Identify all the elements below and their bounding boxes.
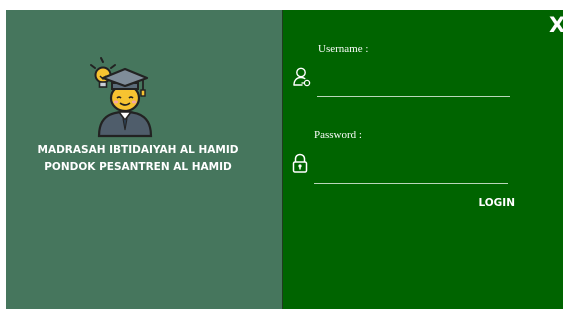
login-window: MADRASAH IBTIDAIYAH AL HAMID PONDOK PESA… — [6, 10, 563, 309]
graduate-student-lightbulb-icon — [90, 57, 153, 138]
password-input[interactable] — [314, 160, 508, 184]
school-name: MADRASAH IBTIDAIYAH AL HAMID PONDOK PESA… — [6, 142, 270, 176]
school-name-line1: MADRASAH IBTIDAIYAH AL HAMID — [37, 144, 239, 156]
close-button[interactable]: X — [549, 14, 563, 36]
password-label: Password : — [314, 129, 362, 141]
branding-panel: MADRASAH IBTIDAIYAH AL HAMID PONDOK PESA… — [6, 10, 282, 309]
padlock-icon — [292, 153, 308, 173]
school-name-line2: PONDOK PESANTREN AL HAMID — [44, 161, 232, 173]
login-button[interactable]: LOGIN — [463, 195, 515, 211]
user-key-icon — [293, 67, 311, 87]
login-panel: X Username : Password : LOGIN — [283, 10, 563, 309]
username-input[interactable] — [317, 74, 510, 97]
username-label: Username : — [318, 43, 369, 55]
